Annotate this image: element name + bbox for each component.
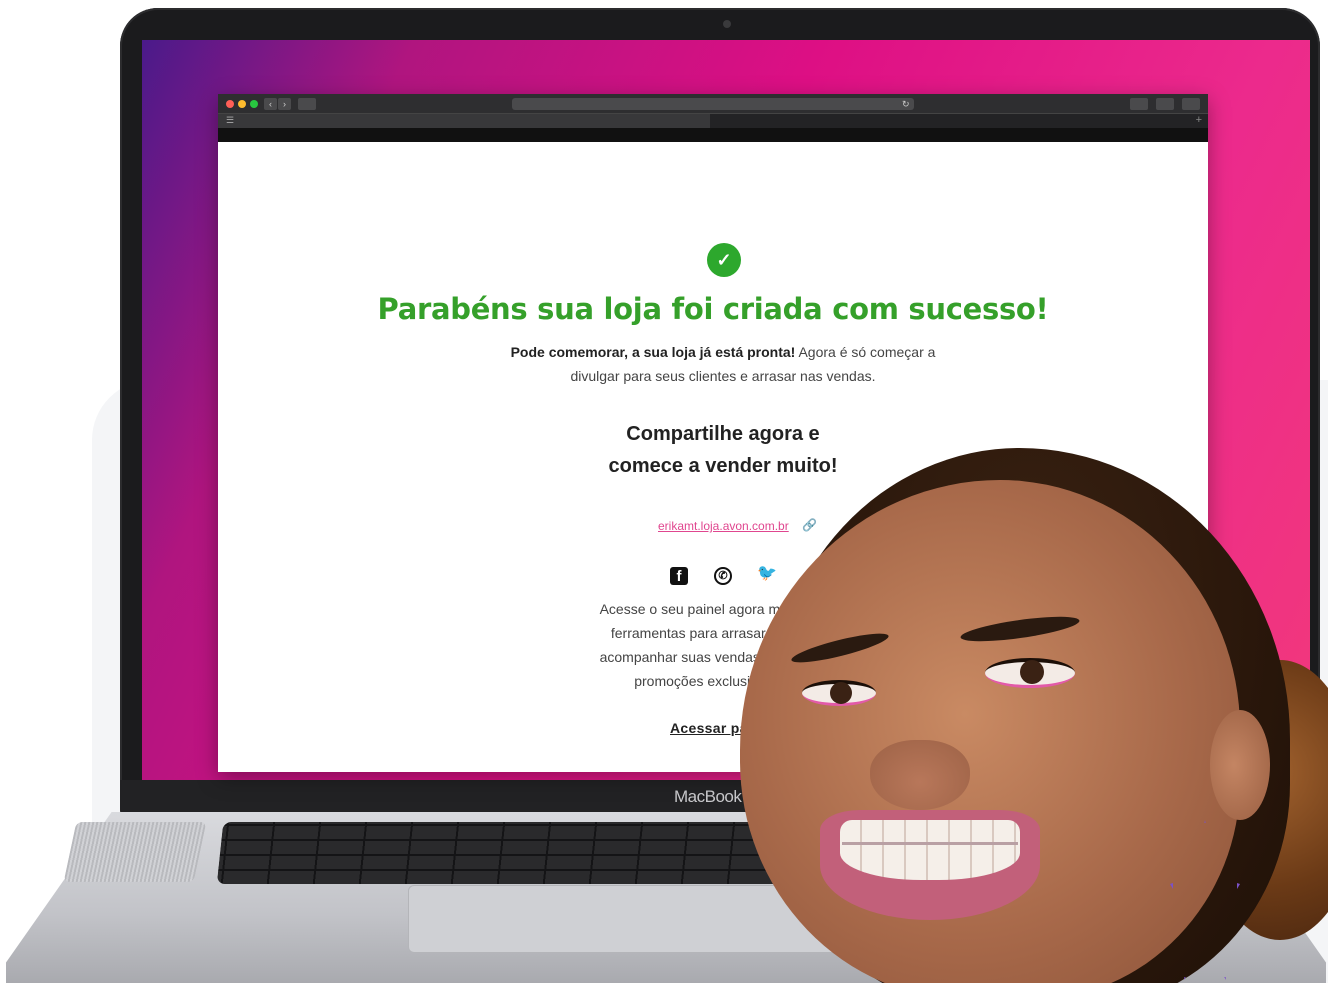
speaker-grille xyxy=(63,822,207,882)
address-bar[interactable] xyxy=(512,98,914,110)
intro-text: Pode comemorar, a sua loja já está pront… xyxy=(488,340,958,388)
facebook-icon[interactable]: f xyxy=(670,567,688,585)
zoom-window-button[interactable] xyxy=(250,100,258,108)
smiling-woman-photo xyxy=(730,440,1328,983)
page-header-strip xyxy=(218,128,1208,142)
browser-titlebar: ‹ › ↻ xyxy=(218,94,1208,114)
extension-icon[interactable] xyxy=(1130,98,1148,110)
active-tab[interactable] xyxy=(218,114,710,128)
sidebar-toggle-icon[interactable] xyxy=(298,98,316,110)
new-tab-button[interactable]: + xyxy=(1196,114,1202,126)
page-title: Parabéns sua loja foi criada com sucesso… xyxy=(377,292,1049,326)
tab-bar: ☰ + xyxy=(218,114,1208,128)
menu-icon[interactable]: ☰ xyxy=(226,115,234,126)
back-button[interactable]: ‹ xyxy=(264,98,277,110)
forward-button[interactable]: › xyxy=(278,98,291,110)
ear xyxy=(1210,710,1270,820)
braces xyxy=(842,842,1018,845)
check-icon: ✓ xyxy=(707,243,741,277)
iris-left xyxy=(830,682,852,704)
reload-icon[interactable]: ↻ xyxy=(902,98,910,110)
close-window-button[interactable] xyxy=(226,100,234,108)
camera xyxy=(723,20,731,28)
teeth xyxy=(840,820,1020,880)
intro-bold: Pode comemorar, a sua loja já está pront… xyxy=(510,344,796,360)
nose xyxy=(870,740,970,810)
share-icon[interactable] xyxy=(1156,98,1174,110)
tabs-overview-icon[interactable] xyxy=(1182,98,1200,110)
iris-right xyxy=(1020,660,1044,684)
minimize-window-button[interactable] xyxy=(238,100,246,108)
